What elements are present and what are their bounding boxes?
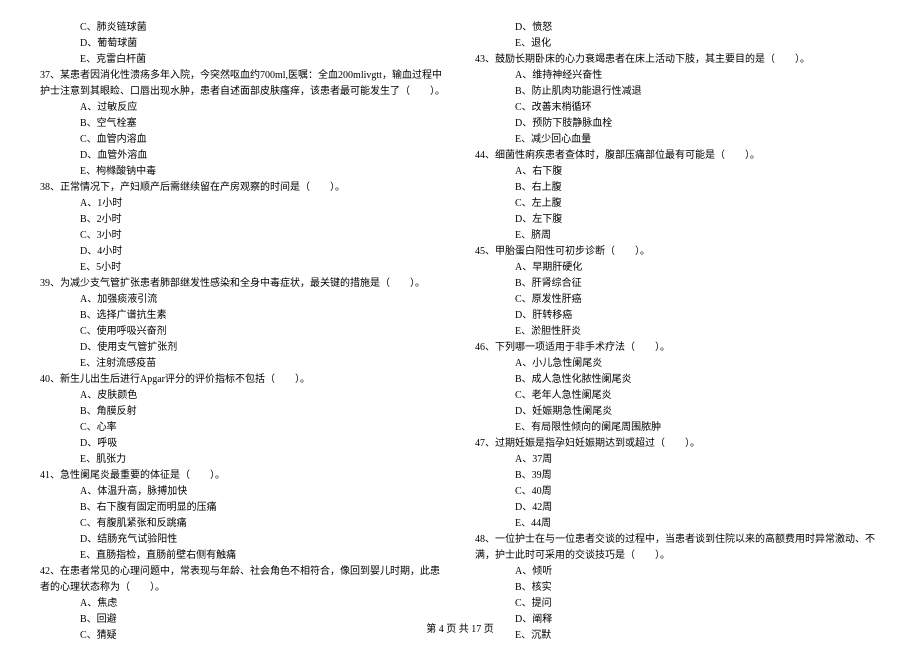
question-46: 46、下列哪一项适用于非手术疗法（ ）。 xyxy=(475,340,880,356)
option: B、右上腹 xyxy=(475,180,880,196)
option: D、42周 xyxy=(475,500,880,516)
option: D、使用支气管扩张剂 xyxy=(40,340,445,356)
option: B、成人急性化脓性阑尾炎 xyxy=(475,372,880,388)
page-columns: C、肺炎链球菌 D、葡萄球菌 E、克雷白杆菌 37、某患者因消化性溃疡多年入院，… xyxy=(40,20,880,644)
question-43: 43、鼓励长期卧床的心力衰竭患者在床上活动下肢，其主要目的是（ ）。 xyxy=(475,52,880,68)
option: D、呼吸 xyxy=(40,436,445,452)
option: C、3小时 xyxy=(40,228,445,244)
option: C、改善末梢循环 xyxy=(475,100,880,116)
option: C、提问 xyxy=(475,596,880,612)
option: A、倾听 xyxy=(475,564,880,580)
option: A、维持神经兴奋性 xyxy=(475,68,880,84)
question-44: 44、细菌性痢疾患者查体时，腹部压痛部位最有可能是（ ）。 xyxy=(475,148,880,164)
option: E、5小时 xyxy=(40,260,445,276)
option: C、有腹肌紧张和反跳痛 xyxy=(40,516,445,532)
option: E、脐周 xyxy=(475,228,880,244)
question-47: 47、过期妊娠是指孕妇妊娠期达到或超过（ ）。 xyxy=(475,436,880,452)
option: B、角膜反射 xyxy=(40,404,445,420)
option: A、过敏反应 xyxy=(40,100,445,116)
option: C、老年人急性阑尾炎 xyxy=(475,388,880,404)
option: E、淤胆性肝炎 xyxy=(475,324,880,340)
page-footer: 第 4 页 共 17 页 xyxy=(0,620,920,635)
question-48: 48、一位护士在与一位患者交谈的过程中，当患者谈到住院以来的高额费用时异常激动、… xyxy=(475,532,880,564)
option: C、肺炎链球菌 xyxy=(40,20,445,36)
option: A、早期肝硬化 xyxy=(475,260,880,276)
option: A、焦虑 xyxy=(40,596,445,612)
option: C、使用呼吸兴奋剂 xyxy=(40,324,445,340)
option: B、防止肌肉功能退行性减退 xyxy=(475,84,880,100)
option: A、右下腹 xyxy=(475,164,880,180)
option: C、左上腹 xyxy=(475,196,880,212)
right-column: D、愤怒 E、退化 43、鼓励长期卧床的心力衰竭患者在床上活动下肢，其主要目的是… xyxy=(475,20,880,644)
option: B、选择广谱抗生素 xyxy=(40,308,445,324)
question-45: 45、甲胎蛋白阳性可初步诊断（ ）。 xyxy=(475,244,880,260)
option: A、体温升高，脉搏加快 xyxy=(40,484,445,500)
option: E、44周 xyxy=(475,516,880,532)
question-37: 37、某患者因消化性溃疡多年入院，今突然呕血约700ml,医嘱：全血200mli… xyxy=(40,68,445,100)
option: E、有局限性倾向的阑尾周围脓肿 xyxy=(475,420,880,436)
option: C、40周 xyxy=(475,484,880,500)
option: E、退化 xyxy=(475,36,880,52)
option: E、注射流感疫苗 xyxy=(40,356,445,372)
option: A、加强痰液引流 xyxy=(40,292,445,308)
option: D、妊娠期急性阑尾炎 xyxy=(475,404,880,420)
option: B、右下腹有固定而明显的压痛 xyxy=(40,500,445,516)
question-42: 42、在患者常见的心理问题中，常表现与年龄、社会角色不相符合，像回到婴儿时期，此… xyxy=(40,564,445,596)
option: A、37周 xyxy=(475,452,880,468)
option: B、39周 xyxy=(475,468,880,484)
option: D、4小时 xyxy=(40,244,445,260)
question-41: 41、急性阑尾炎最重要的体征是（ ）。 xyxy=(40,468,445,484)
question-40: 40、新生儿出生后进行Apgar评分的评价指标不包括（ ）。 xyxy=(40,372,445,388)
option: B、肝肾综合征 xyxy=(475,276,880,292)
option: A、皮肤颜色 xyxy=(40,388,445,404)
option: D、预防下肢静脉血栓 xyxy=(475,116,880,132)
option: E、肌张力 xyxy=(40,452,445,468)
option: E、减少回心血量 xyxy=(475,132,880,148)
option: E、枸橼酸钠中毒 xyxy=(40,164,445,180)
option: B、核实 xyxy=(475,580,880,596)
option: D、血管外溶血 xyxy=(40,148,445,164)
option: D、葡萄球菌 xyxy=(40,36,445,52)
option: B、空气栓塞 xyxy=(40,116,445,132)
option: C、血管内溶血 xyxy=(40,132,445,148)
option: E、克雷白杆菌 xyxy=(40,52,445,68)
option: E、直肠指检，直肠前壁右侧有触痛 xyxy=(40,548,445,564)
option: A、1小时 xyxy=(40,196,445,212)
question-38: 38、正常情况下，产妇顺产后需继续留在产房观察的时间是（ ）。 xyxy=(40,180,445,196)
question-39: 39、为减少支气管扩张患者肺部继发性感染和全身中毒症状，最关键的措施是（ ）。 xyxy=(40,276,445,292)
left-column: C、肺炎链球菌 D、葡萄球菌 E、克雷白杆菌 37、某患者因消化性溃疡多年入院，… xyxy=(40,20,445,644)
option: D、结肠充气试验阳性 xyxy=(40,532,445,548)
option: A、小儿急性阑尾炎 xyxy=(475,356,880,372)
option: C、心率 xyxy=(40,420,445,436)
option: D、肝转移癌 xyxy=(475,308,880,324)
option: C、原发性肝癌 xyxy=(475,292,880,308)
option: D、左下腹 xyxy=(475,212,880,228)
option: D、愤怒 xyxy=(475,20,880,36)
option: B、2小时 xyxy=(40,212,445,228)
